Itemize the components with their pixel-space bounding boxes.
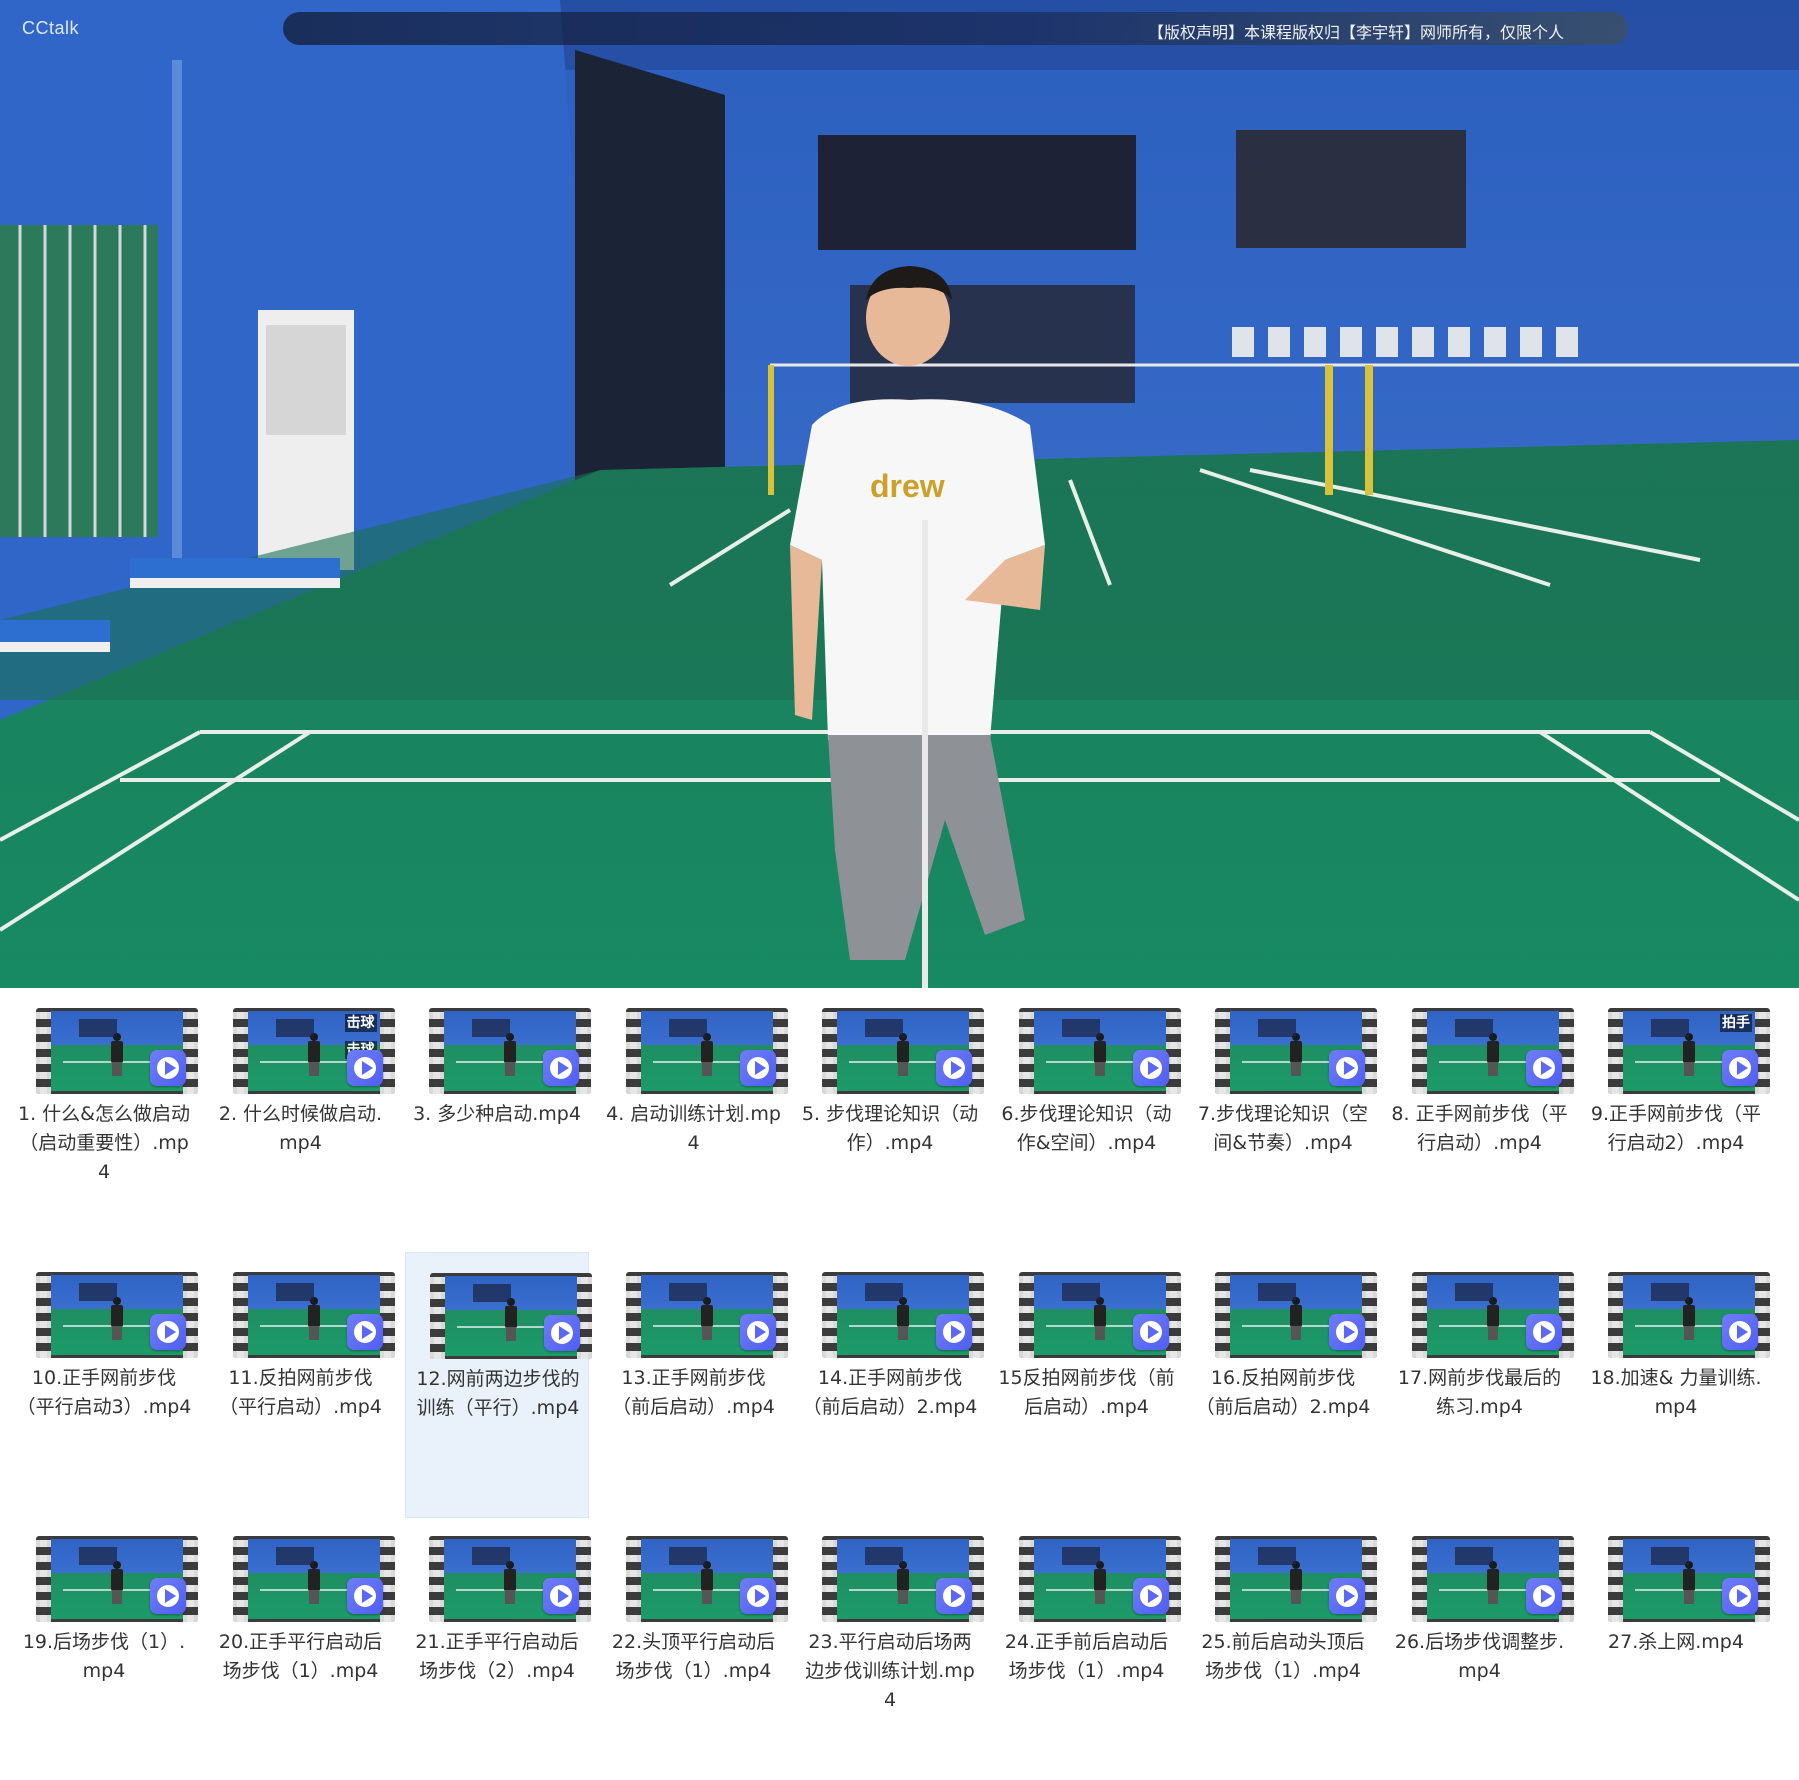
- file-name-label: 10.正手网前步伐（平行启动3）.mp4: [16, 1367, 192, 1418]
- file-name-label: 4. 启动训练计划.mp4: [606, 1103, 781, 1154]
- play-icon: [936, 1314, 972, 1350]
- play-icon: [346, 1578, 383, 1614]
- play-icon: [1329, 1578, 1365, 1614]
- video-file-item[interactable]: 4. 启动训练计划.mp4: [602, 988, 788, 1252]
- play-icon: [1525, 1578, 1562, 1614]
- file-name-label: 17.网前步伐最后的练习.mp4: [1397, 1367, 1562, 1418]
- play-icon: [739, 1050, 776, 1086]
- play-icon: [346, 1050, 383, 1086]
- shirt-text: drew: [870, 468, 945, 504]
- video-file-item[interactable]: 15反拍网前步伐（前后启动）.mp4: [995, 1252, 1181, 1516]
- video-file-item[interactable]: 12.网前两边步伐的训练（平行）.mp4: [405, 1252, 592, 1518]
- file-name-label: 21.正手平行启动后场步伐（2）.mp4: [415, 1631, 579, 1682]
- play-icon: [1722, 1578, 1758, 1614]
- file-name-label: 13.正手网前步伐（前后启动）.mp4: [612, 1367, 775, 1418]
- video-file-item[interactable]: 击球击球击2. 什么时候做启动.mp4: [209, 988, 395, 1252]
- play-icon: [739, 1578, 776, 1614]
- video-file-item[interactable]: 10.正手网前步伐（平行启动3）.mp4: [12, 1252, 198, 1516]
- video-file-item[interactable]: 20.正手平行启动后场步伐（1）.mp4: [209, 1516, 395, 1780]
- video-file-item[interactable]: 拍手 9.正手网前步伐（平行启动2）.mp4: [1584, 988, 1770, 1252]
- video-file-item[interactable]: 19.后场步伐（1）.mp4: [12, 1516, 198, 1780]
- play-icon: [543, 1578, 579, 1614]
- video-file-grid: 1. 什么&怎么做启动（启动重要性）.mp4击球击球击2. 什么时候做启动.mp…: [0, 988, 1799, 1740]
- video-file-item[interactable]: 25.前后启动头顶后场步伐（1）.mp4: [1191, 1516, 1377, 1780]
- play-icon: [543, 1050, 579, 1086]
- file-name-label: 9.正手网前步伐（平行启动2）.mp4: [1590, 1103, 1762, 1154]
- play-icon: [1132, 1314, 1169, 1350]
- play-icon: [936, 1578, 972, 1614]
- file-name-label: 20.正手平行启动后场步伐（1）.mp4: [218, 1631, 383, 1682]
- play-icon: [346, 1314, 383, 1350]
- video-file-item[interactable]: 5. 步伐理论知识（动作）.mp4: [798, 988, 984, 1252]
- file-name-label: 26.后场步伐调整步.mp4: [1394, 1631, 1565, 1682]
- thumbnail-caption: 拍手: [1720, 1014, 1752, 1032]
- file-name-label: 16.反拍网前步伐（前后启动）2.mp4: [1195, 1367, 1371, 1418]
- play-icon: [1132, 1050, 1169, 1086]
- file-name-label: 11.反拍网前步伐（平行启动）.mp4: [219, 1367, 382, 1418]
- file-name-label: 1. 什么&怎么做启动（启动重要性）.mp4: [18, 1103, 190, 1183]
- video-player[interactable]: CCtalk 【版权声明】本课程版权归【李宇轩】网师所有，仅限个人 drew: [0, 0, 1799, 988]
- play-icon: [1722, 1050, 1758, 1086]
- file-name-label: 6.步伐理论知识（动作&空间）.mp4: [1001, 1103, 1172, 1154]
- file-name-label: 14.正手网前步伐（前后启动）2.mp4: [802, 1367, 978, 1418]
- video-file-item[interactable]: 27.杀上网.mp4: [1584, 1516, 1770, 1780]
- file-name-label: 5. 步伐理论知识（动作）.mp4: [801, 1103, 979, 1154]
- play-icon: [1132, 1578, 1169, 1614]
- video-file-item[interactable]: 8. 正手网前步伐（平行启动）.mp4: [1388, 988, 1574, 1252]
- play-icon: [150, 1314, 186, 1350]
- play-icon: [1525, 1050, 1562, 1086]
- file-name-label: 25.前后启动头顶后场步伐（1）.mp4: [1201, 1631, 1365, 1682]
- video-file-item[interactable]: 23.平行启动后场两边步伐训练计划.mp4: [798, 1516, 984, 1780]
- video-file-item[interactable]: 24.正手前后启动后场步伐（1）.mp4: [995, 1516, 1181, 1780]
- file-name-label: 15反拍网前步伐（前后启动）.mp4: [998, 1367, 1175, 1418]
- play-icon: [739, 1314, 776, 1350]
- play-icon: [1329, 1050, 1365, 1086]
- video-file-item[interactable]: 1. 什么&怎么做启动（启动重要性）.mp4: [12, 988, 198, 1252]
- video-file-item[interactable]: 17.网前步伐最后的练习.mp4: [1388, 1252, 1574, 1516]
- video-file-item[interactable]: 14.正手网前步伐（前后启动）2.mp4: [798, 1252, 984, 1516]
- file-name-label: 12.网前两边步伐的训练（平行）.mp4: [416, 1368, 580, 1419]
- file-name-label: 22.头顶平行启动后场步伐（1）.mp4: [611, 1631, 776, 1682]
- copyright-notice-text: 【版权声明】本课程版权归【李宇轩】网师所有，仅限个人: [1147, 23, 1564, 42]
- video-file-item[interactable]: 21.正手平行启动后场步伐（2）.mp4: [405, 1516, 591, 1780]
- file-name-label: 23.平行启动后场两边步伐训练计划.mp4: [805, 1631, 975, 1711]
- video-file-item[interactable]: 18.加速& 力量训练.mp4: [1584, 1252, 1770, 1516]
- play-icon: [1525, 1314, 1562, 1350]
- play-icon: [150, 1578, 186, 1614]
- file-name-label: 24.正手前后启动后场步伐（1）.mp4: [1004, 1631, 1169, 1682]
- play-icon: [1722, 1314, 1758, 1350]
- file-name-label: 7.步伐理论知识（空间&节奏）.mp4: [1197, 1103, 1369, 1154]
- play-icon: [936, 1050, 972, 1086]
- video-file-item[interactable]: 13.正手网前步伐（前后启动）.mp4: [602, 1252, 788, 1516]
- file-name-label: 2. 什么时候做启动.mp4: [218, 1103, 383, 1154]
- video-file-item[interactable]: 16.反拍网前步伐（前后启动）2.mp4: [1191, 1252, 1377, 1516]
- thumbnail-caption: 击球: [344, 1014, 377, 1032]
- video-file-item[interactable]: 7.步伐理论知识（空间&节奏）.mp4: [1191, 988, 1377, 1252]
- video-file-item[interactable]: 6.步伐理论知识（动作&空间）.mp4: [995, 988, 1181, 1252]
- video-file-item[interactable]: 3. 多少种启动.mp4: [405, 988, 591, 1252]
- play-icon: [1329, 1314, 1365, 1350]
- cctalk-watermark: CCtalk: [22, 18, 80, 38]
- file-name-label: 27.杀上网.mp4: [1608, 1631, 1744, 1653]
- video-file-item[interactable]: 26.后场步伐调整步.mp4: [1388, 1516, 1574, 1780]
- copyright-notice-bar: 【版权声明】本课程版权归【李宇轩】网师所有，仅限个人: [283, 12, 1628, 45]
- file-name-label: 3. 多少种启动.mp4: [413, 1103, 581, 1125]
- video-file-item[interactable]: 22.头顶平行启动后场步伐（1）.mp4: [602, 1516, 788, 1780]
- file-name-label: 19.后场步伐（1）.mp4: [22, 1631, 186, 1682]
- video-file-item[interactable]: 11.反拍网前步伐（平行启动）.mp4: [209, 1252, 395, 1516]
- play-icon: [544, 1315, 580, 1351]
- play-icon: [150, 1050, 186, 1086]
- file-name-label: 18.加速& 力量训练.mp4: [1590, 1367, 1762, 1418]
- file-name-label: 8. 正手网前步伐（平行启动）.mp4: [1391, 1103, 1568, 1154]
